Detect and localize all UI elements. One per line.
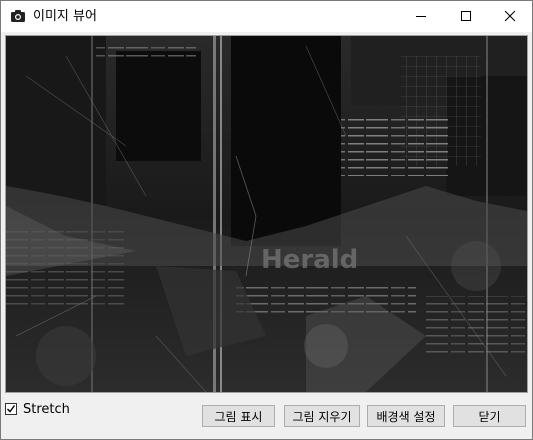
image-display: Herald	[5, 35, 528, 393]
maximize-icon	[460, 7, 472, 26]
minimize-icon	[415, 7, 427, 26]
svg-text:Herald: Herald	[261, 245, 358, 275]
close-window-button[interactable]	[487, 1, 532, 32]
clear-picture-button[interactable]: 그림 지우기	[284, 405, 360, 427]
maximize-button[interactable]	[443, 1, 488, 32]
stretch-checkbox[interactable]	[5, 403, 17, 415]
title-bar[interactable]: 이미지 뷰어	[1, 1, 532, 32]
stretch-option[interactable]: Stretch	[5, 401, 70, 417]
stretch-label: Stretch	[23, 401, 70, 417]
grunge-collage-image: Herald	[6, 36, 527, 392]
minimize-button[interactable]	[398, 1, 443, 32]
window-title: 이미지 뷰어	[33, 9, 97, 24]
set-background-color-button[interactable]: 배경색 설정	[367, 405, 445, 427]
camera-icon	[10, 8, 26, 24]
image-viewer-window: 이미지 뷰어 Herald Stretch 그림 표시 그림 지우기 배경색 설…	[0, 0, 533, 440]
close-icon	[504, 7, 516, 26]
close-button[interactable]: 닫기	[453, 405, 526, 427]
checkmark-icon	[7, 405, 16, 413]
show-picture-button[interactable]: 그림 표시	[202, 405, 275, 427]
